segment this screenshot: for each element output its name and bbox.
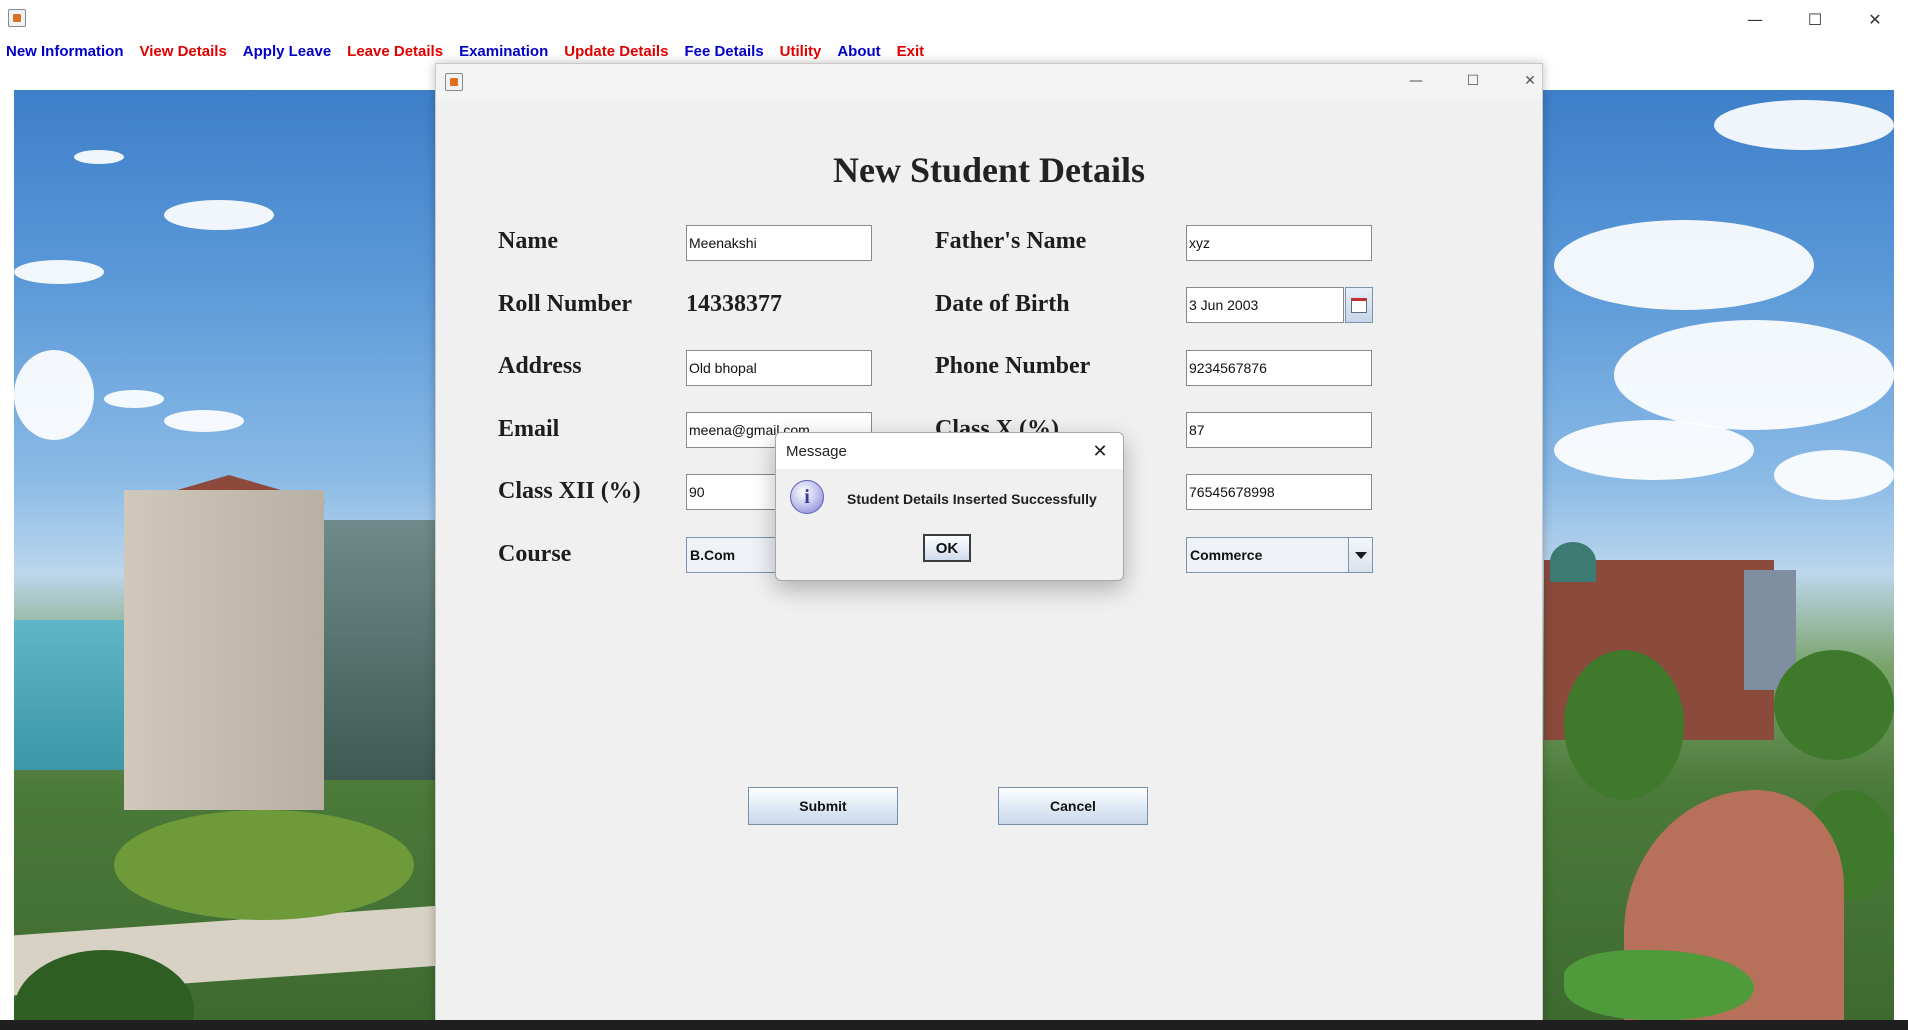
- name-field[interactable]: Meenakshi: [686, 225, 872, 261]
- chevron-down-icon[interactable]: [1348, 538, 1372, 572]
- class-xii-label: Class XII (%): [498, 478, 641, 504]
- submit-button[interactable]: Submit: [748, 787, 898, 825]
- aadhar-field[interactable]: 76545678998: [1186, 474, 1372, 510]
- roll-number-label: Roll Number: [498, 291, 632, 317]
- inner-window-titlebar: — ☐ ✕: [436, 64, 1542, 100]
- message-dialog: Message ✕ i Student Details Inserted Suc…: [775, 432, 1124, 581]
- java-app-icon: [445, 73, 463, 91]
- fathers-name-label: Father's Name: [935, 228, 1087, 254]
- menu-exit[interactable]: Exit: [897, 43, 925, 60]
- minimize-button[interactable]: —: [1732, 6, 1778, 32]
- java-app-icon: [8, 9, 26, 27]
- branch-dropdown[interactable]: Commerce: [1186, 537, 1373, 573]
- main-window-titlebar: — ☐ ✕: [0, 0, 1908, 38]
- course-label: Course: [498, 541, 572, 567]
- form-heading: New Student Details: [833, 150, 1145, 190]
- dialog-title: Message: [786, 443, 847, 460]
- menu-about[interactable]: About: [837, 43, 880, 60]
- branch-selected: Commerce: [1190, 547, 1263, 563]
- roll-number-value: 14338377: [686, 291, 782, 317]
- dialog-message: Student Details Inserted Successfully: [847, 491, 1097, 507]
- menu-apply-leave[interactable]: Apply Leave: [243, 43, 331, 60]
- name-label: Name: [498, 228, 558, 254]
- dob-label: Date of Birth: [935, 291, 1070, 317]
- ok-button[interactable]: OK: [923, 534, 971, 562]
- inner-maximize-button[interactable]: ☐: [1453, 68, 1493, 94]
- email-label: Email: [498, 416, 560, 442]
- dialog-close-icon[interactable]: ✕: [1085, 437, 1115, 465]
- menu-examination[interactable]: Examination: [459, 43, 548, 60]
- inner-minimize-button[interactable]: —: [1396, 68, 1436, 94]
- menu-view-details[interactable]: View Details: [140, 43, 227, 60]
- menu-bar: New Information View Details Apply Leave…: [0, 38, 1908, 64]
- cancel-button[interactable]: Cancel: [998, 787, 1148, 825]
- inner-close-button[interactable]: ✕: [1510, 68, 1550, 94]
- address-label: Address: [498, 353, 582, 379]
- fathers-name-field[interactable]: xyz: [1186, 225, 1372, 261]
- taskbar-edge: [0, 1020, 1908, 1030]
- phone-number-field[interactable]: 9234567876: [1186, 350, 1372, 386]
- menu-utility[interactable]: Utility: [780, 43, 822, 60]
- dialog-titlebar: Message ✕: [776, 433, 1123, 469]
- menu-new-information[interactable]: New Information: [6, 43, 124, 60]
- menu-fee-details[interactable]: Fee Details: [684, 43, 763, 60]
- course-selected: B.Com: [690, 547, 736, 563]
- menu-update-details[interactable]: Update Details: [564, 43, 668, 60]
- class-x-field[interactable]: 87: [1186, 412, 1372, 448]
- info-icon: i: [790, 480, 824, 514]
- close-button[interactable]: ✕: [1852, 6, 1898, 32]
- phone-number-label: Phone Number: [935, 353, 1091, 379]
- maximize-button[interactable]: ☐: [1792, 6, 1838, 32]
- dob-field[interactable]: 3 Jun 2003: [1186, 287, 1344, 323]
- calendar-icon[interactable]: [1345, 287, 1373, 323]
- address-field[interactable]: Old bhopal: [686, 350, 872, 386]
- menu-leave-details[interactable]: Leave Details: [347, 43, 443, 60]
